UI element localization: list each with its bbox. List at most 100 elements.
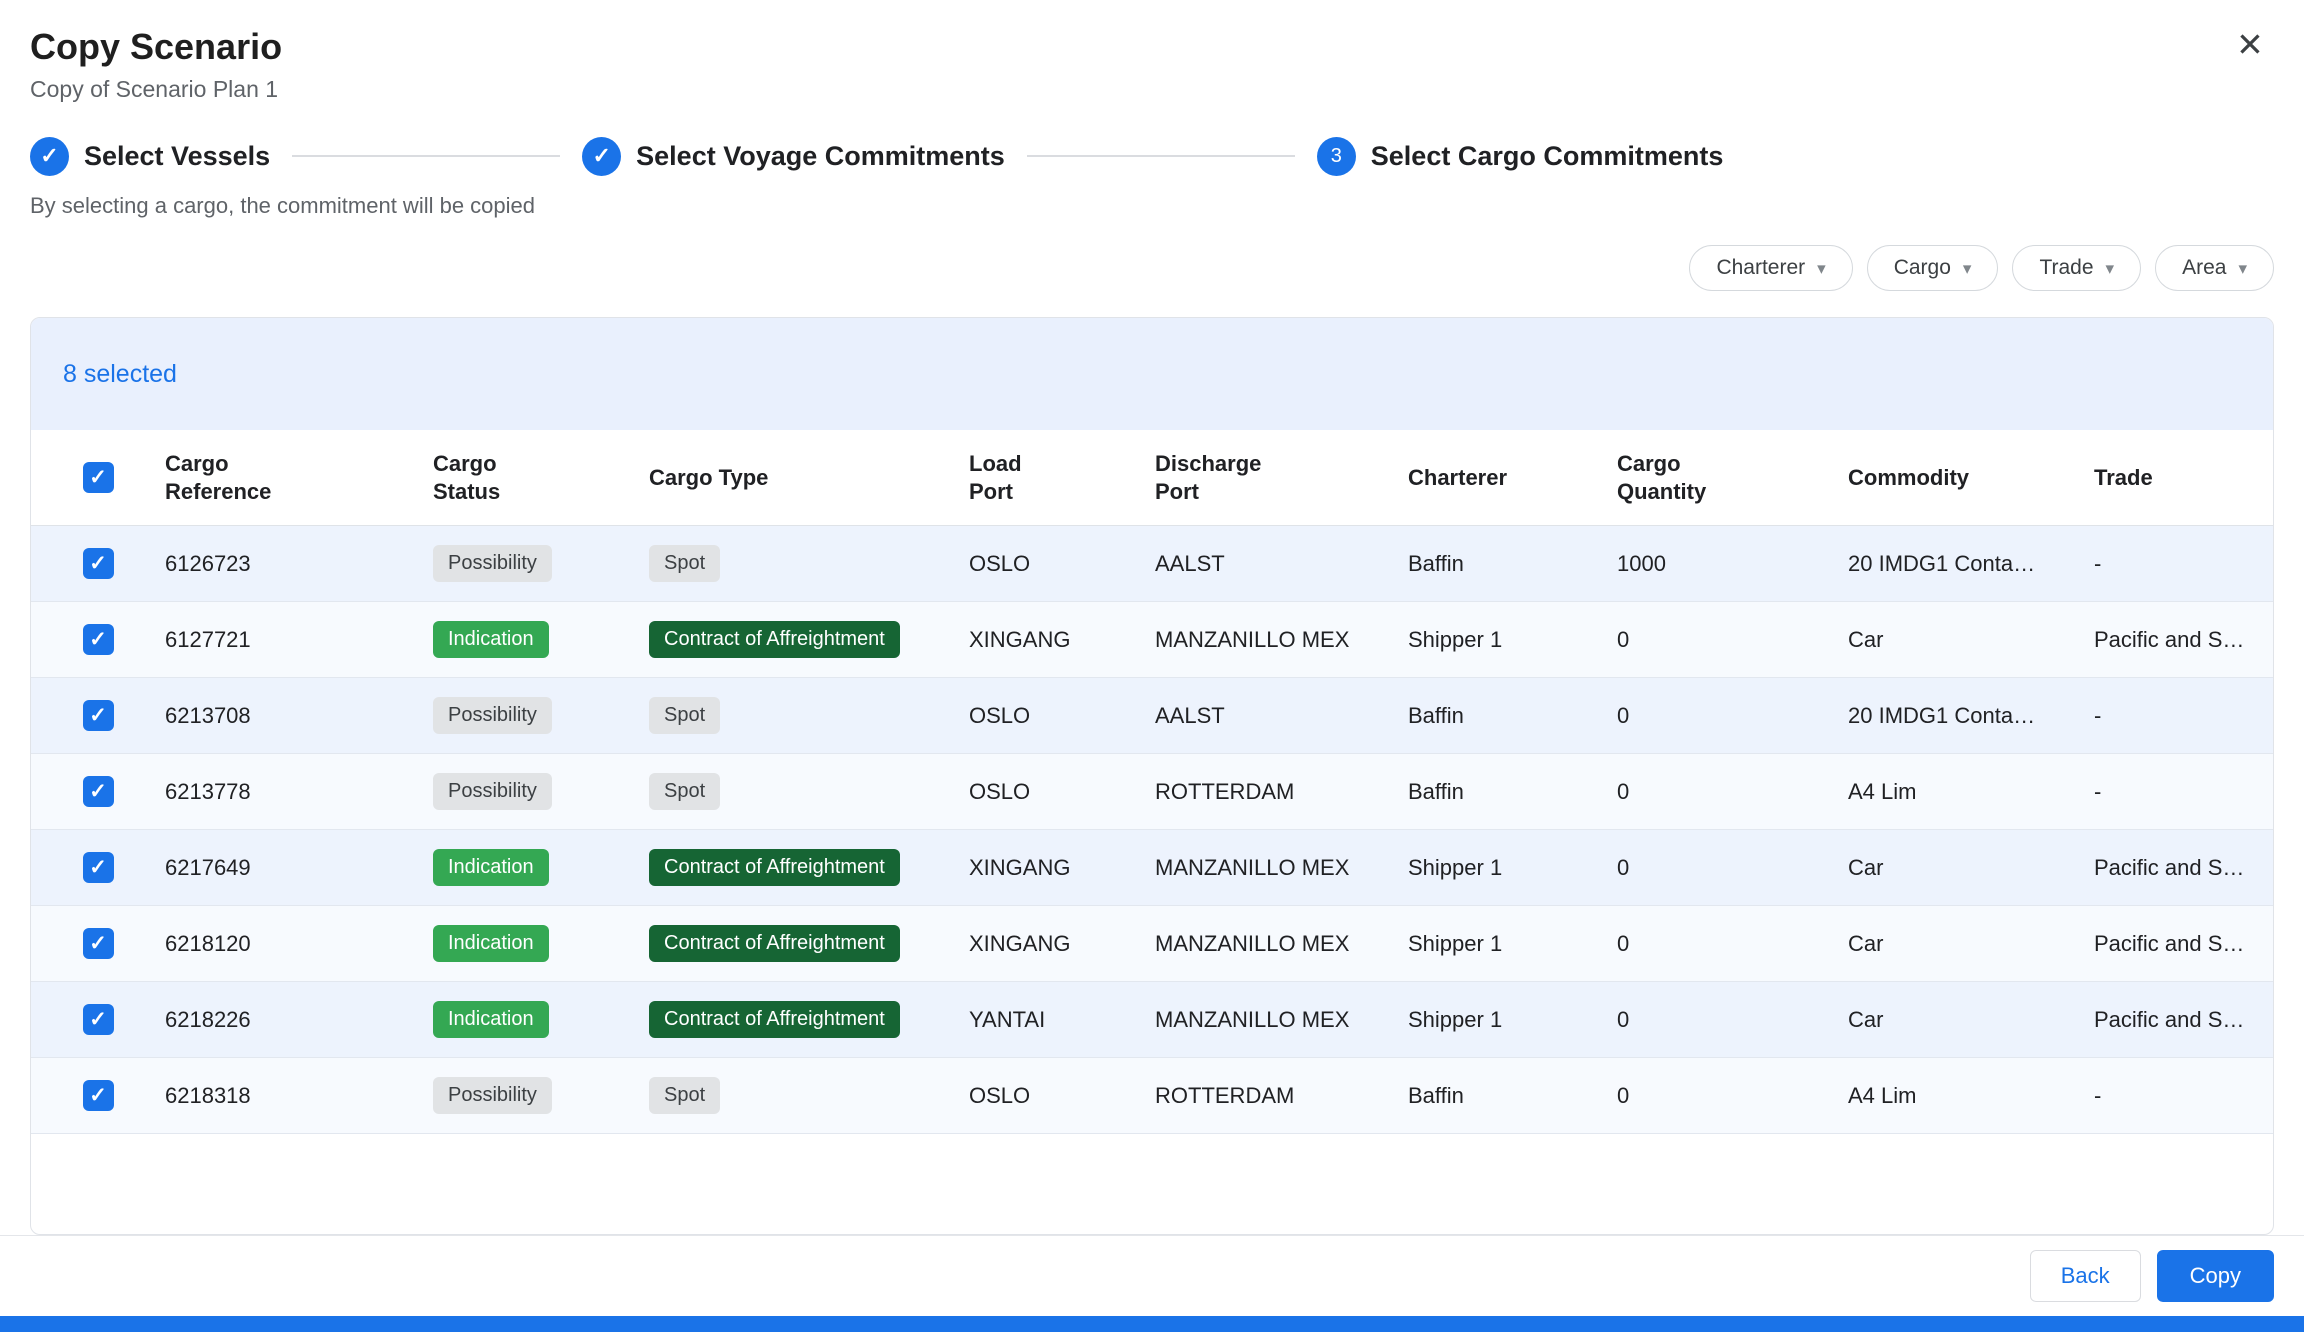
copy-scenario-dialog: ✕ Copy Scenario Copy of Scenario Plan 1 … bbox=[0, 0, 2304, 1332]
cargo-quantity-cell: 0 bbox=[1617, 1007, 1848, 1033]
charterer-cell: Shipper 1 bbox=[1408, 1007, 1617, 1033]
row-checkbox[interactable]: ✓ bbox=[83, 776, 114, 807]
table-row[interactable]: ✓ 6126723 Possibility Spot OSLO AALST Ba… bbox=[31, 526, 2273, 602]
commodity-cell: Car bbox=[1848, 1007, 2094, 1033]
commodity-cell: Car bbox=[1848, 931, 2094, 957]
table-body: ✓ 6126723 Possibility Spot OSLO AALST Ba… bbox=[31, 526, 2273, 1134]
cargo-reference-cell: 6218120 bbox=[165, 931, 433, 957]
cargo-quantity-cell: 0 bbox=[1617, 779, 1848, 805]
row-checkbox[interactable]: ✓ bbox=[83, 700, 114, 731]
chevron-down-icon: ▾ bbox=[1817, 260, 1826, 277]
trade-cell: - bbox=[2094, 1083, 2273, 1109]
stepper-hint: By selecting a cargo, the commitment wil… bbox=[30, 193, 2274, 219]
selected-count: 8 selected bbox=[63, 360, 177, 389]
trade-cell: Pacific and So… bbox=[2094, 1007, 2273, 1033]
cargo-quantity-cell: 1000 bbox=[1617, 551, 1848, 577]
cargo-type-badge: Contract of Affreightment bbox=[649, 925, 900, 962]
row-checkbox[interactable]: ✓ bbox=[83, 852, 114, 883]
cargo-commitments-panel: 8 selected ✓ Cargo Reference Cargo Statu… bbox=[30, 317, 2274, 1235]
charterer-cell: Baffin bbox=[1408, 551, 1617, 577]
discharge-port-cell: MANZANILLO MEX bbox=[1155, 627, 1408, 653]
trade-cell: Pacific and So… bbox=[2094, 855, 2273, 881]
col-cargo-type: Cargo Type bbox=[649, 464, 969, 492]
table-row[interactable]: ✓ 6127721 Indication Contract of Affreig… bbox=[31, 602, 2273, 678]
chevron-down-icon: ▾ bbox=[1963, 260, 1972, 277]
charterer-cell: Shipper 1 bbox=[1408, 627, 1617, 653]
cargo-quantity-cell: 0 bbox=[1617, 1083, 1848, 1109]
load-port-cell: OSLO bbox=[969, 703, 1155, 729]
dialog-header: Copy Scenario Copy of Scenario Plan 1 bbox=[0, 0, 2304, 103]
cargo-status-badge: Possibility bbox=[433, 1077, 552, 1114]
stepper-connector bbox=[1027, 155, 1295, 157]
cargo-type-badge: Contract of Affreightment bbox=[649, 1001, 900, 1038]
cargo-status-badge: Possibility bbox=[433, 545, 552, 582]
cargo-status-badge: Possibility bbox=[433, 773, 552, 810]
trade-cell: - bbox=[2094, 703, 2273, 729]
close-icon[interactable]: ✕ bbox=[2228, 22, 2272, 66]
commodity-cell: 20 IMDG1 Conta… bbox=[1848, 703, 2094, 729]
trade-cell: - bbox=[2094, 551, 2273, 577]
table-row[interactable]: ✓ 6218120 Indication Contract of Affreig… bbox=[31, 906, 2273, 982]
select-all-checkbox[interactable]: ✓ bbox=[83, 462, 114, 493]
bottom-accent-bar bbox=[0, 1316, 2304, 1332]
step-2-label: Select Voyage Commitments bbox=[636, 141, 1005, 172]
cargo-quantity-cell: 0 bbox=[1617, 703, 1848, 729]
table-header-row: ✓ Cargo Reference Cargo Status Cargo Typ… bbox=[31, 430, 2273, 526]
table-row[interactable]: ✓ 6218226 Indication Contract of Affreig… bbox=[31, 982, 2273, 1058]
commodity-cell: A4 Lim bbox=[1848, 1083, 2094, 1109]
step-3-number: 3 bbox=[1317, 137, 1356, 176]
charterer-cell: Baffin bbox=[1408, 703, 1617, 729]
col-cargo-quantity: Cargo Quantity bbox=[1617, 450, 1848, 505]
table-row[interactable]: ✓ 6218318 Possibility Spot OSLO ROTTERDA… bbox=[31, 1058, 2273, 1134]
commodity-cell: Car bbox=[1848, 855, 2094, 881]
table-row[interactable]: ✓ 6213778 Possibility Spot OSLO ROTTERDA… bbox=[31, 754, 2273, 830]
dialog-title: Copy Scenario bbox=[30, 26, 2274, 67]
discharge-port-cell: ROTTERDAM bbox=[1155, 779, 1408, 805]
col-commodity: Commodity bbox=[1848, 464, 2094, 492]
step-select-vessels[interactable]: ✓ Select Vessels bbox=[30, 137, 270, 176]
cargo-reference-cell: 6213708 bbox=[165, 703, 433, 729]
row-checkbox[interactable]: ✓ bbox=[83, 1004, 114, 1035]
table-row[interactable]: ✓ 6217649 Indication Contract of Affreig… bbox=[31, 830, 2273, 906]
stepper: ✓ Select Vessels ✓ Select Voyage Commitm… bbox=[30, 133, 2274, 179]
trade-cell: Pacific and So… bbox=[2094, 627, 2273, 653]
filter-bar: Charterer ▾ Cargo ▾ Trade ▾ Area ▾ bbox=[30, 245, 2274, 291]
dialog-footer: Back Copy bbox=[0, 1235, 2304, 1316]
load-port-cell: OSLO bbox=[969, 551, 1155, 577]
row-checkbox[interactable]: ✓ bbox=[83, 548, 114, 579]
step-3-label: Select Cargo Commitments bbox=[1371, 141, 1724, 172]
step-select-cargo-commitments[interactable]: 3 Select Cargo Commitments bbox=[1317, 137, 1724, 176]
commodity-cell: 20 IMDG1 Conta… bbox=[1848, 551, 2094, 577]
filter-cargo[interactable]: Cargo ▾ bbox=[1867, 245, 1999, 291]
charterer-cell: Baffin bbox=[1408, 1083, 1617, 1109]
filter-charterer-label: Charterer bbox=[1716, 256, 1805, 280]
cargo-reference-cell: 6126723 bbox=[165, 551, 433, 577]
cargo-status-badge: Possibility bbox=[433, 697, 552, 734]
cargo-type-badge: Contract of Affreightment bbox=[649, 621, 900, 658]
copy-button[interactable]: Copy bbox=[2157, 1250, 2274, 1302]
cargo-quantity-cell: 0 bbox=[1617, 855, 1848, 881]
row-checkbox[interactable]: ✓ bbox=[83, 1080, 114, 1111]
commodity-cell: A4 Lim bbox=[1848, 779, 2094, 805]
filter-charterer[interactable]: Charterer ▾ bbox=[1689, 245, 1852, 291]
filter-trade-label: Trade bbox=[2039, 256, 2093, 280]
cargo-reference-cell: 6217649 bbox=[165, 855, 433, 881]
filter-cargo-label: Cargo bbox=[1894, 256, 1951, 280]
col-cargo-status: Cargo Status bbox=[433, 450, 649, 505]
table-row[interactable]: ✓ 6213708 Possibility Spot OSLO AALST Ba… bbox=[31, 678, 2273, 754]
charterer-cell: Baffin bbox=[1408, 779, 1617, 805]
row-checkbox[interactable]: ✓ bbox=[83, 928, 114, 959]
cargo-type-badge: Spot bbox=[649, 545, 720, 582]
back-button[interactable]: Back bbox=[2030, 1250, 2141, 1302]
cargo-status-badge: Indication bbox=[433, 1001, 549, 1038]
step-1-check-icon: ✓ bbox=[30, 137, 69, 176]
cargo-status-badge: Indication bbox=[433, 849, 549, 886]
row-checkbox[interactable]: ✓ bbox=[83, 624, 114, 655]
stepper-connector bbox=[292, 155, 560, 157]
load-port-cell: XINGANG bbox=[969, 627, 1155, 653]
filter-trade[interactable]: Trade ▾ bbox=[2012, 245, 2141, 291]
filter-area[interactable]: Area ▾ bbox=[2155, 245, 2274, 291]
step-select-voyage-commitments[interactable]: ✓ Select Voyage Commitments bbox=[582, 137, 1005, 176]
charterer-cell: Shipper 1 bbox=[1408, 931, 1617, 957]
cargo-quantity-cell: 0 bbox=[1617, 627, 1848, 653]
